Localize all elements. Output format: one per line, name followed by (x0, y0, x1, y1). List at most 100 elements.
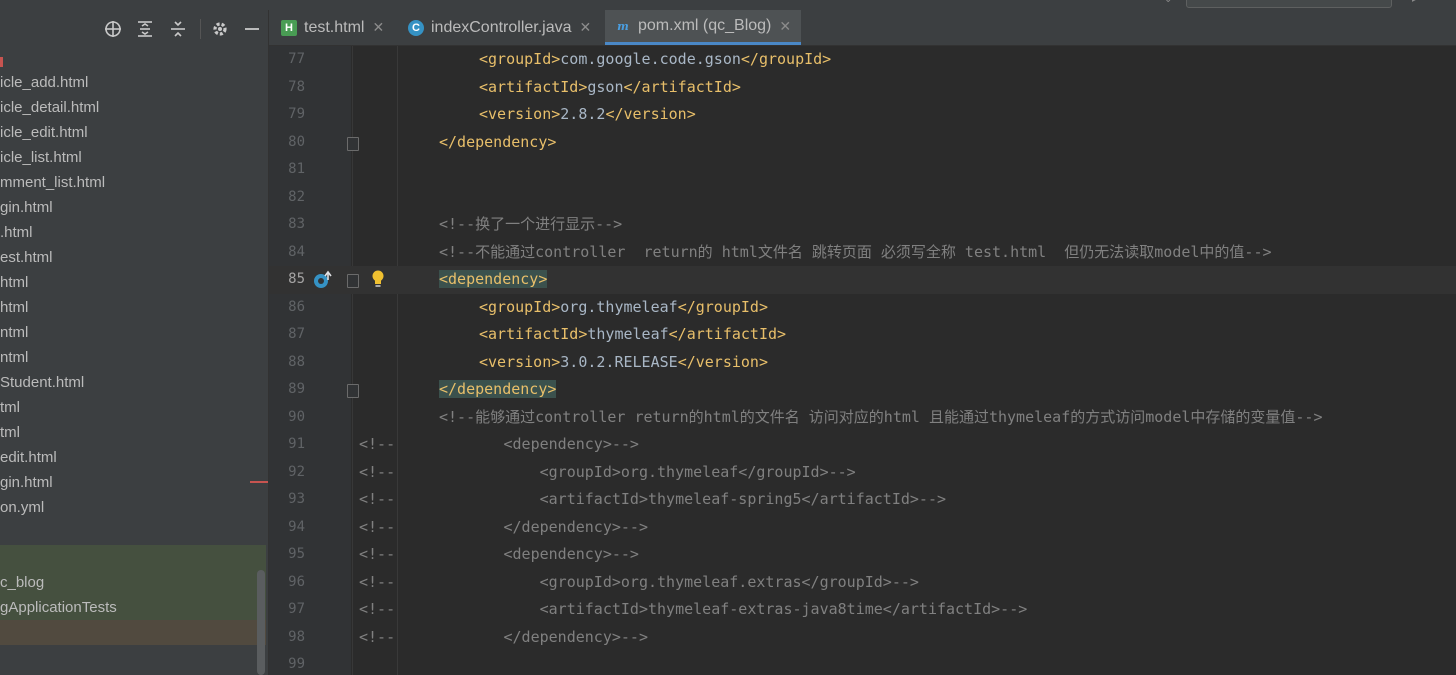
tree-item-test-package[interactable]: c_blog (0, 570, 44, 595)
line-number: 96 (288, 573, 305, 590)
fold-marker-icon[interactable] (347, 274, 359, 288)
tree-item-file[interactable]: icle_list.html (0, 145, 260, 170)
code-line[interactable]: 90 <!--能够通过controller return的html的文件名 访问对… (269, 404, 1456, 432)
update-dependency-icon[interactable] (312, 270, 332, 290)
tree-item-file[interactable]: icle_detail.html (0, 95, 260, 120)
project-scrollbar[interactable] (257, 570, 265, 675)
fold-marker-icon[interactable] (347, 384, 359, 398)
tree-item-file[interactable]: ntml (0, 345, 260, 370)
xml-text: 3.0.2.RELEASE (560, 352, 678, 371)
tree-item-file[interactable]: on.yml (0, 495, 260, 520)
crosshair-icon[interactable] (102, 18, 124, 40)
code-editor[interactable]: 77 <groupId>com.google.code.gson</groupId… (269, 46, 1456, 675)
code-line[interactable]: 86 <groupId>org.thymeleaf</groupId> (269, 294, 1456, 322)
code-text: <!-- </dependency>--> (359, 624, 648, 652)
expand-all-icon[interactable] (134, 18, 156, 40)
line-number: 79 (288, 106, 305, 122)
close-icon[interactable]: ✕ (372, 19, 384, 36)
tab-test-html[interactable]: H test.html ✕ (281, 10, 390, 45)
code-line[interactable]: 81 (269, 156, 1456, 184)
fold-marker-icon[interactable] (347, 136, 359, 151)
code-line[interactable]: 99 (269, 651, 1456, 675)
code-text: <groupId>com.google.code.gson</groupId> (479, 46, 831, 74)
code-line[interactable]: 87 <artifactId>thymeleaf</artifactId> (269, 321, 1456, 349)
tree-item-file[interactable]: gin.html (0, 470, 260, 495)
xml-comment: <!-- <groupId>org.thymeleaf</groupId>--> (359, 462, 856, 481)
code-line[interactable]: 84 <!--不能通过controller return的 html文件名 跳转页… (269, 239, 1456, 267)
xml-comment: <!-- </dependency>--> (359, 627, 648, 646)
tree-item-file[interactable]: icle_edit.html (0, 120, 260, 145)
xml-comment: <!-- </dependency>--> (359, 517, 648, 536)
xml-text: gson (587, 77, 624, 96)
code-text: <!-- <groupId>org.thymeleaf.extras</grou… (359, 569, 919, 597)
xml-comment: <!--换了一个进行显示--> (439, 215, 623, 233)
code-line[interactable]: 91 <!-- <dependency>--> (269, 431, 1456, 459)
xml-tag: </dependency> (439, 380, 557, 398)
xml-comment: <!-- <dependency>--> (359, 545, 639, 563)
dropdown-icon[interactable]: ⌄ (1164, 0, 1174, 6)
code-line[interactable]: 95 <!-- <dependency>--> (269, 541, 1456, 569)
code-line[interactable]: 85 <dependency> (269, 266, 1456, 294)
line-number: 88 (288, 353, 305, 370)
code-line[interactable]: 79 <version>2.8.2</version> (269, 101, 1456, 129)
run-config-selector[interactable] (1186, 0, 1392, 8)
line-number: 85 (288, 271, 305, 287)
tree-item-file[interactable]: tml (0, 395, 260, 420)
close-icon[interactable]: ✕ (779, 18, 791, 35)
tree-item-application-tests[interactable]: gApplicationTests (0, 595, 117, 620)
tree-item-file[interactable]: html (0, 295, 260, 320)
java-class-icon: C (408, 19, 424, 36)
tab-pom-xml[interactable]: m pom.xml (qc_Blog) ✕ (605, 10, 802, 45)
line-number: 80 (288, 133, 305, 150)
code-line[interactable]: 82 (269, 184, 1456, 212)
editor-tab-bar: H test.html ✕ C indexController.java ✕ m… (269, 10, 1456, 46)
error-stripe (250, 481, 268, 483)
tree-item-file[interactable]: ntml (0, 320, 260, 345)
code-line[interactable]: 94 <!-- </dependency>--> (269, 514, 1456, 542)
xml-tag: </dependency> (439, 132, 557, 151)
code-line[interactable]: 98 <!-- </dependency>--> (269, 624, 1456, 652)
tree-item-file[interactable]: .html (0, 220, 260, 245)
code-line[interactable]: 80 </dependency> (269, 129, 1456, 157)
tree-item-file[interactable]: html (0, 270, 260, 295)
line-number: 83 (288, 216, 305, 232)
xml-comment: <!-- <artifactId>thymeleaf-spring5</arti… (359, 490, 946, 508)
code-line[interactable]: 97 <!-- <artifactId>thymeleaf-extras-java… (269, 596, 1456, 624)
tab-index-controller[interactable]: C indexController.java ✕ (408, 10, 597, 45)
gear-icon[interactable] (209, 18, 231, 40)
lightbulb-icon[interactable] (371, 270, 385, 288)
top-strip: ⌄ ▸ (0, 0, 1456, 10)
line-number: 86 (288, 298, 305, 315)
minimize-icon[interactable] (241, 18, 263, 40)
line-number: 82 (288, 188, 305, 205)
code-text: <groupId>org.thymeleaf</groupId> (479, 294, 768, 322)
code-line[interactable]: 77 <groupId>com.google.code.gson</groupId… (269, 46, 1456, 74)
tree-item-file[interactable]: Student.html (0, 370, 260, 395)
code-line[interactable]: 89 </dependency> (269, 376, 1456, 404)
collapse-all-icon[interactable] (167, 18, 189, 40)
tree-item-file[interactable]: icle_add.html (0, 70, 260, 95)
close-icon[interactable]: ✕ (580, 19, 592, 36)
project-toolbar (0, 10, 268, 47)
tab-label: pom.xml (qc_Blog) (638, 17, 772, 34)
tree-item-file[interactable]: edit.html (0, 445, 260, 470)
code-line[interactable]: 92 <!-- <groupId>org.thymeleaf</groupId>-… (269, 459, 1456, 487)
tree-item-file[interactable]: est.html (0, 245, 260, 270)
tab-label: indexController.java (431, 18, 572, 36)
code-line[interactable]: 88 <version>3.0.2.RELEASE</version> (269, 349, 1456, 377)
tree-item-file[interactable]: mment_list.html (0, 170, 260, 195)
code-line[interactable]: 93 <!-- <artifactId>thymeleaf-spring5</ar… (269, 486, 1456, 514)
run-icon[interactable]: ▸ (1412, 0, 1422, 6)
code-text: <version>3.0.2.RELEASE</version> (479, 349, 768, 377)
code-line[interactable]: 83 <!--换了一个进行显示--> (269, 211, 1456, 239)
code-line[interactable]: 78 <artifactId>gson</artifactId> (269, 74, 1456, 102)
code-line[interactable]: 96 <!-- <groupId>org.thymeleaf.extras</gr… (269, 569, 1456, 597)
tree-item-file[interactable]: tml (0, 420, 260, 445)
xml-tag: </groupId> (740, 50, 832, 68)
xml-text: com.google.code.gson (560, 50, 741, 68)
html-file-icon: H (281, 19, 297, 36)
xml-tag: </artifactId> (623, 77, 741, 96)
line-number: 97 (288, 601, 305, 617)
tree-item-file[interactable]: gin.html (0, 195, 260, 220)
maven-icon: m (617, 19, 629, 33)
